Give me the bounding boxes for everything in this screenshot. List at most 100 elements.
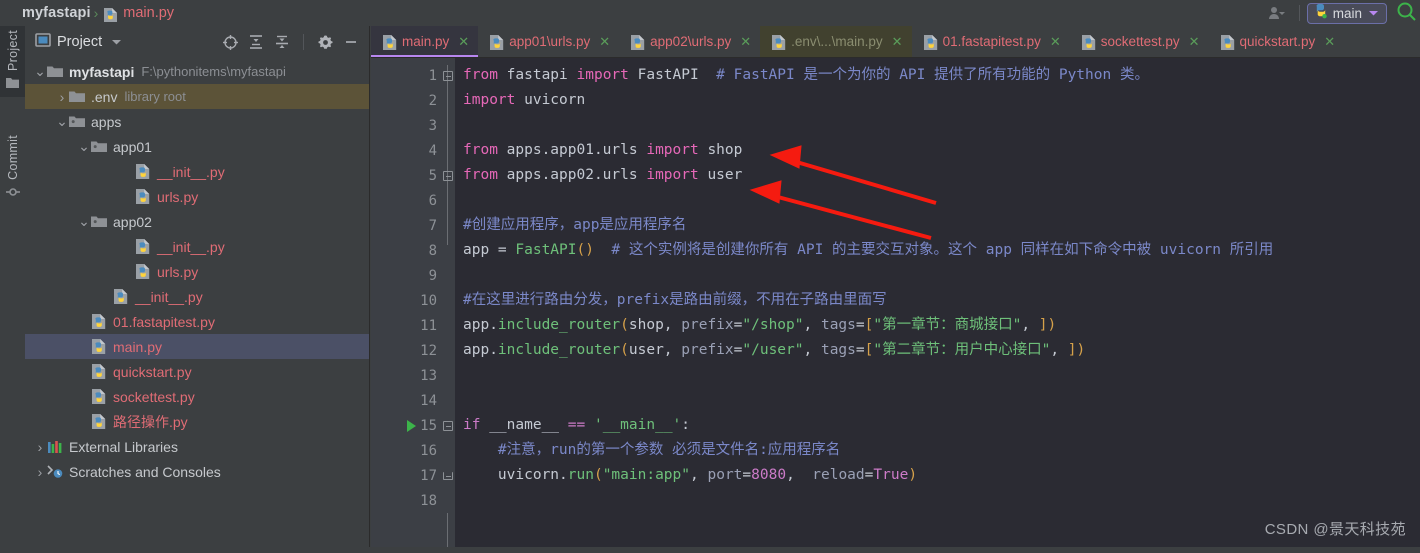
gutter-line[interactable]: 9 — [371, 263, 441, 288]
breadcrumb-file[interactable]: main.py — [123, 5, 174, 21]
gutter-line[interactable]: 2 — [371, 88, 441, 113]
fold-end-icon[interactable] — [443, 471, 453, 480]
tree-item-quickstart-py[interactable]: quickstart.py — [25, 359, 369, 384]
tree-item-01-fastapitest-py[interactable]: 01.fastapitest.py — [25, 309, 369, 334]
code-line[interactable] — [455, 388, 1420, 413]
editor-tab-sockettest-py[interactable]: sockettest.py ✕ — [1070, 26, 1209, 57]
settings-gear-icon[interactable] — [313, 30, 337, 54]
chevron-down-icon[interactable]: ⌄ — [77, 138, 91, 155]
tree-item-apps[interactable]: ⌄ apps — [25, 109, 369, 134]
tree-item-sublabel: library root — [124, 89, 186, 104]
chevron-right-icon[interactable]: › — [33, 464, 47, 480]
fold-collapse-icon[interactable] — [443, 70, 453, 81]
fold-line — [441, 213, 455, 238]
tree-item-urls-py[interactable]: urls.py — [25, 259, 369, 284]
close-icon[interactable]: ✕ — [458, 35, 469, 48]
gutter-line[interactable]: 4 — [371, 138, 441, 163]
code-line[interactable]: app = FastAPI() # 这个实例将是创建你所有 API 的主要交互对… — [455, 238, 1420, 263]
tree-item-py[interactable]: 路径操作.py — [25, 409, 369, 434]
chevron-down-icon[interactable]: ⌄ — [33, 63, 47, 80]
editor-tab-quickstart-py[interactable]: quickstart.py ✕ — [1209, 26, 1345, 57]
gutter-line[interactable]: 10 — [371, 288, 441, 313]
python-file-icon — [91, 413, 108, 430]
expand-all-icon[interactable] — [244, 30, 268, 54]
tree-item-myfastapi[interactable]: ⌄ myfastapi F:\pythonitems\myfastapi — [25, 59, 369, 84]
gutter-line[interactable]: 18 — [371, 488, 441, 513]
gutter-line[interactable]: 11 — [371, 313, 441, 338]
tree-item-scratches-and-consoles[interactable]: › Scratches and Consoles — [25, 459, 369, 484]
chevron-right-icon[interactable]: › — [55, 89, 69, 105]
gutter-line[interactable]: 1 — [371, 63, 441, 88]
code-line[interactable]: from apps.app02.urls import user — [455, 163, 1420, 188]
code-line[interactable]: from apps.app01.urls import shop — [455, 138, 1420, 163]
chevron-right-icon[interactable]: › — [33, 439, 47, 455]
code-line[interactable]: app.include_router(user, prefix = "/user",… — [455, 338, 1420, 363]
tree-item-sockettest-py[interactable]: sockettest.py — [25, 384, 369, 409]
breadcrumb-project[interactable]: myfastapi — [22, 5, 91, 21]
editor-tab-env-main-py[interactable]: .env\...\main.py ✕ — [760, 26, 912, 57]
tree-item-app01[interactable]: ⌄ app01 — [25, 134, 369, 159]
code-line[interactable]: #创建应用程序，app是应用程序名 — [455, 213, 1420, 238]
search-everywhere-icon[interactable] — [1396, 1, 1416, 26]
gutter-line[interactable]: 12 — [371, 338, 441, 363]
tree-item-urls-py[interactable]: urls.py — [25, 184, 369, 209]
chevron-down-icon[interactable] — [111, 33, 122, 51]
line-number: 8 — [428, 242, 437, 259]
gutter-line[interactable]: 14 — [371, 388, 441, 413]
chevron-down-icon[interactable]: ⌄ — [77, 213, 91, 230]
tree-item-app02[interactable]: ⌄ app02 — [25, 209, 369, 234]
sidebar-item-project[interactable]: Project — [0, 26, 25, 98]
gutter-line[interactable]: 3 — [371, 113, 441, 138]
code-line[interactable] — [455, 113, 1420, 138]
code-line[interactable] — [455, 188, 1420, 213]
gutter-line[interactable]: 8 — [371, 238, 441, 263]
collapse-all-icon[interactable] — [270, 30, 294, 54]
user-account-icon[interactable] — [1268, 5, 1286, 21]
code-text[interactable]: from fastapi import FastAPI # FastAPI 是一… — [455, 58, 1420, 553]
close-icon[interactable]: ✕ — [1050, 35, 1061, 48]
editor-tab-01-fastapitest-py[interactable]: 01.fastapitest.py ✕ — [912, 26, 1070, 57]
code-line[interactable] — [455, 263, 1420, 288]
gutter-line[interactable]: 16 — [371, 438, 441, 463]
gutter-line[interactable]: 15 — [371, 413, 441, 438]
fold-collapse-icon[interactable] — [443, 170, 453, 181]
sidebar-item-commit[interactable]: Commit — [0, 131, 25, 207]
tree-item-env[interactable]: › .env library root — [25, 84, 369, 109]
close-icon[interactable]: ✕ — [1324, 35, 1335, 48]
code-line[interactable]: import uvicorn — [455, 88, 1420, 113]
code-folding-column[interactable] — [441, 58, 455, 553]
gutter-line[interactable]: 7 — [371, 213, 441, 238]
close-icon[interactable]: ✕ — [892, 35, 903, 48]
tree-item-external-libraries[interactable]: › External Libraries — [25, 434, 369, 459]
code-line[interactable]: #在这里进行路由分发，prefix是路由前缀，不用在子路由里面写 — [455, 288, 1420, 313]
gutter-line[interactable]: 5 — [371, 163, 441, 188]
code-line[interactable]: uvicorn.run("main:app", port=8080, reloa… — [455, 463, 1420, 488]
locate-icon[interactable] — [218, 30, 242, 54]
fold-collapse-icon[interactable] — [443, 420, 453, 431]
gutter-line[interactable]: 6 — [371, 188, 441, 213]
tree-item-init-py[interactable]: __init__.py — [25, 284, 369, 309]
gutter-line[interactable]: 17 — [371, 463, 441, 488]
run-gutter-icon[interactable] — [407, 419, 416, 432]
editor-tab-main-py[interactable]: main.py ✕ — [371, 26, 479, 57]
code-editor[interactable]: 1 2 3 4 5 6 7 8 9 10 11 12 13 14 15 16 17 18 from fastapi… — [371, 58, 1420, 553]
minimize-icon[interactable] — [339, 30, 363, 54]
close-icon[interactable]: ✕ — [1189, 35, 1200, 48]
tree-item-init-py[interactable]: __init__.py — [25, 159, 369, 184]
code-line[interactable] — [455, 488, 1420, 513]
tree-item-init-py[interactable]: __init__.py — [25, 234, 369, 259]
code-line[interactable]: #注意，run的第一个参数 必须是文件名:应用程序名 — [455, 438, 1420, 463]
chevron-down-icon[interactable]: ⌄ — [55, 113, 69, 130]
run-configuration-selector[interactable]: main — [1306, 2, 1387, 24]
editor-tab-app02-urls-py[interactable]: app02\urls.py ✕ — [619, 26, 760, 57]
gutter-line[interactable]: 13 — [371, 363, 441, 388]
close-icon[interactable]: ✕ — [740, 35, 751, 48]
code-line[interactable] — [455, 363, 1420, 388]
code-line[interactable]: from fastapi import FastAPI # FastAPI 是一… — [455, 63, 1420, 88]
code-line[interactable]: app.include_router(shop, prefix = "/shop",… — [455, 313, 1420, 338]
code-token: "第二章节：用户中心接口" — [873, 342, 1051, 358]
editor-tab-app01-urls-py[interactable]: app01\urls.py ✕ — [478, 26, 619, 57]
close-icon[interactable]: ✕ — [599, 35, 610, 48]
tree-item-main-py[interactable]: main.py — [25, 334, 369, 359]
code-line[interactable]: if __name__ == '__main__': — [455, 413, 1420, 438]
